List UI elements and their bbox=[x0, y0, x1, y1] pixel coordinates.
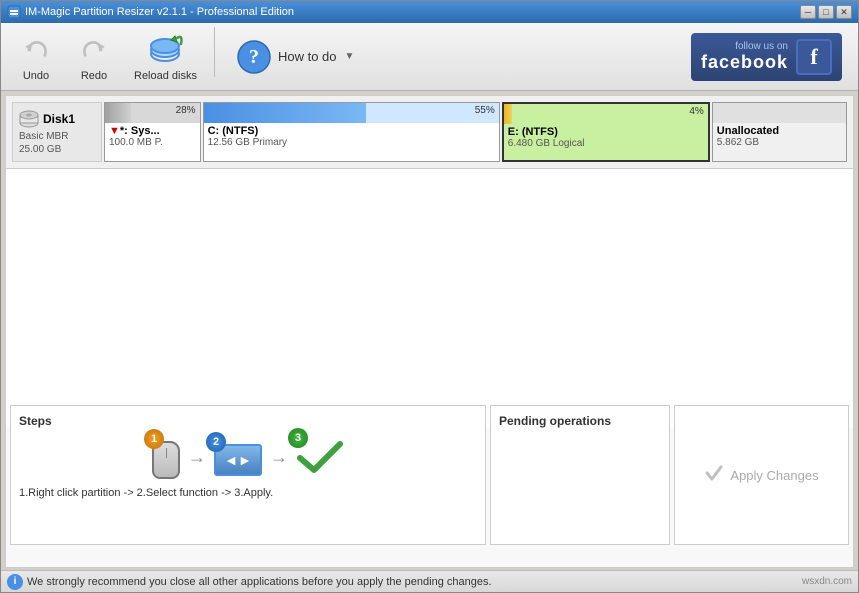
maximize-button[interactable]: □ bbox=[818, 5, 834, 19]
disk-label-top: Disk1 bbox=[19, 109, 95, 129]
toolbar-separator bbox=[214, 27, 215, 77]
partition-sys-fill bbox=[105, 103, 131, 123]
disk-row: Disk1 Basic MBR 25.00 GB 28% bbox=[12, 102, 847, 162]
partition-unalloc-detail: 5.862 GB bbox=[717, 137, 842, 148]
howto-dropdown-icon[interactable]: ▼ bbox=[345, 51, 355, 62]
howto-icon: ? bbox=[236, 39, 272, 75]
app-icon bbox=[7, 5, 21, 19]
pending-title: Pending operations bbox=[499, 414, 661, 428]
apply-panel: Apply Changes bbox=[674, 405, 849, 545]
howto-label: How to do bbox=[278, 49, 337, 64]
partition-sys-info: ▼*: Sys... 100.0 MB P. bbox=[105, 123, 200, 161]
partition-sys[interactable]: 28% ▼*: Sys... 100.0 MB P. bbox=[104, 102, 201, 162]
window-title: IM-Magic Partition Resizer v2.1.1 - Prof… bbox=[25, 6, 294, 18]
arrow1-icon: → bbox=[188, 447, 206, 468]
toolbar: Undo Redo bbox=[1, 23, 858, 91]
partition-c-pct: 55% bbox=[475, 105, 495, 116]
title-bar-left: IM-Magic Partition Resizer v2.1.1 - Prof… bbox=[7, 5, 294, 19]
undo-icon bbox=[18, 32, 54, 68]
partition-unalloc-name: Unallocated bbox=[717, 125, 842, 137]
redo-button[interactable]: Redo bbox=[67, 27, 121, 87]
status-info-icon: i bbox=[7, 574, 23, 590]
apply-icon bbox=[704, 463, 724, 488]
pending-panel: Pending operations bbox=[490, 405, 670, 545]
partition-e[interactable]: 4% E: (NTFS) 6.480 GB Logical bbox=[502, 102, 710, 162]
step3-number: 3 bbox=[288, 428, 308, 448]
partition-unalloc-bar bbox=[713, 103, 846, 123]
status-message: We strongly recommend you close all othe… bbox=[27, 576, 492, 588]
fb-follow-text: follow us on bbox=[735, 41, 788, 52]
partition-e-fill bbox=[504, 104, 512, 124]
partition-sys-pct: 28% bbox=[176, 105, 196, 116]
reload-label: Reload disks bbox=[134, 70, 197, 82]
reload-button[interactable]: Reload disks bbox=[125, 27, 206, 87]
undo-label: Undo bbox=[23, 70, 49, 82]
fb-name: facebook bbox=[701, 52, 788, 73]
apply-label: Apply Changes bbox=[730, 468, 818, 483]
partition-c[interactable]: 55% C: (NTFS) 12.56 GB Primary bbox=[203, 102, 500, 162]
disk-type: Basic MBR bbox=[19, 131, 95, 142]
partition-e-detail: 6.480 GB Logical bbox=[508, 138, 704, 149]
redo-icon bbox=[76, 32, 112, 68]
step1-number: 1 bbox=[144, 429, 164, 449]
steps-title: Steps bbox=[19, 414, 477, 428]
partition-sys-name: ▼*: Sys... bbox=[109, 125, 196, 137]
partition-e-name: E: (NTFS) bbox=[508, 126, 704, 138]
partition-e-bar: 4% bbox=[504, 104, 708, 124]
status-watermark: wsxdn.com bbox=[802, 576, 852, 587]
arrow2-icon: → bbox=[270, 447, 288, 468]
reload-icon bbox=[147, 32, 183, 68]
partition-container: 28% ▼*: Sys... 100.0 MB P. bbox=[104, 102, 847, 162]
steps-icons: 1 → 2 ◄► bbox=[19, 436, 477, 479]
partition-c-name: C: (NTFS) bbox=[208, 125, 495, 137]
workspace bbox=[6, 169, 853, 428]
disk-label: Disk1 Basic MBR 25.00 GB bbox=[12, 102, 102, 162]
partition-c-detail: 12.56 GB Primary bbox=[208, 137, 495, 148]
disk-size: 25.00 GB bbox=[19, 144, 95, 155]
title-bar-controls: ─ □ ✕ bbox=[800, 5, 852, 19]
partition-c-info: C: (NTFS) 12.56 GB Primary bbox=[204, 123, 499, 161]
undo-button[interactable]: Undo bbox=[9, 27, 63, 87]
step2-number: 2 bbox=[206, 432, 226, 452]
step2-container: 2 ◄► bbox=[214, 440, 262, 476]
minimize-button[interactable]: ─ bbox=[800, 5, 816, 19]
disk-icon bbox=[19, 109, 39, 129]
svg-text:?: ? bbox=[249, 46, 259, 68]
main-window: IM-Magic Partition Resizer v2.1.1 - Prof… bbox=[0, 0, 859, 593]
bottom-section: Steps 1 → 2 bbox=[10, 405, 849, 545]
partition-sys-detail: 100.0 MB P. bbox=[109, 137, 196, 148]
status-bar: i We strongly recommend you close all ot… bbox=[1, 570, 858, 592]
title-bar: IM-Magic Partition Resizer v2.1.1 - Prof… bbox=[1, 1, 858, 23]
close-button[interactable]: ✕ bbox=[836, 5, 852, 19]
step3-container: 3 bbox=[296, 436, 344, 479]
toolbar-left: Undo Redo bbox=[9, 27, 367, 87]
fb-text: follow us on facebook bbox=[701, 41, 788, 73]
content-area: Disk1 Basic MBR 25.00 GB 28% bbox=[5, 95, 854, 568]
apply-changes-button[interactable]: Apply Changes bbox=[692, 455, 830, 496]
disk-panel: Disk1 Basic MBR 25.00 GB 28% bbox=[6, 96, 853, 169]
howto-button[interactable]: ? How to do ▼ bbox=[223, 27, 367, 87]
partition-unalloc[interactable]: Unallocated 5.862 GB bbox=[712, 102, 847, 162]
redo-label: Redo bbox=[81, 70, 107, 82]
fb-logo: f bbox=[796, 39, 832, 75]
step1-container: 1 bbox=[152, 437, 180, 479]
facebook-banner[interactable]: follow us on facebook f bbox=[691, 33, 842, 81]
mouse-scroll bbox=[166, 448, 167, 458]
partition-e-pct: 4% bbox=[689, 106, 703, 117]
partition-c-bar: 55% bbox=[204, 103, 499, 123]
steps-panel: Steps 1 → 2 bbox=[10, 405, 486, 545]
steps-description: 1.Right click partition -> 2.Select func… bbox=[19, 487, 477, 499]
disk-name: Disk1 bbox=[43, 112, 75, 126]
partition-c-fill bbox=[204, 103, 366, 123]
partition-unalloc-info: Unallocated 5.862 GB bbox=[713, 123, 846, 161]
partition-e-info: E: (NTFS) 6.480 GB Logical bbox=[504, 124, 708, 160]
partition-sys-bar: 28% bbox=[105, 103, 200, 123]
